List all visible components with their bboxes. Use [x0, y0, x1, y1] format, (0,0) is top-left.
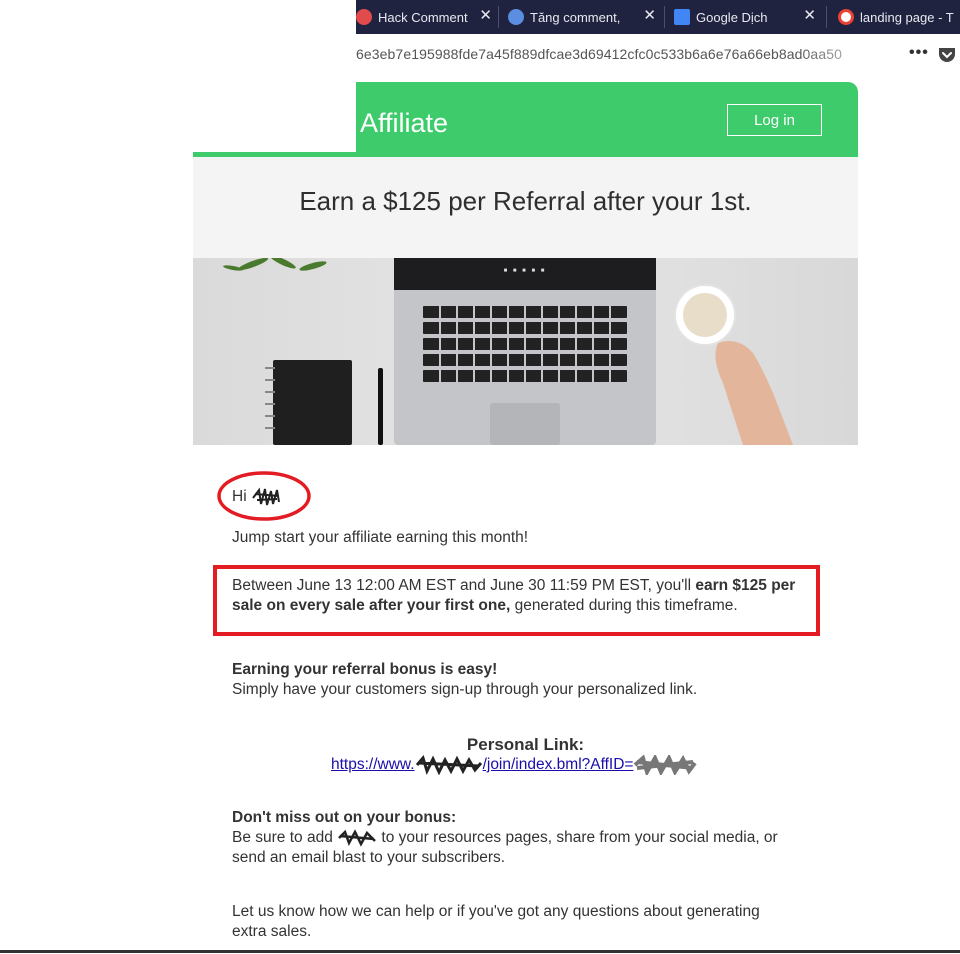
svg-text:■ ■ ■ ■ ■: ■ ■ ■ ■ ■: [504, 268, 547, 274]
red-annotation-ellipse: [217, 471, 311, 521]
personal-link[interactable]: https://www. /join/index.bml?AffID=: [331, 753, 698, 778]
close-icon[interactable]: ✕: [803, 8, 816, 24]
redacted-brand-scribble: [338, 829, 377, 847]
blue-circle-icon: [508, 9, 524, 25]
browser-tab-strip: Hack Comment ✕ Tăng comment, ✕ Google Dị…: [356, 0, 960, 34]
tab-tang-comment[interactable]: Tăng comment, ✕: [508, 0, 662, 34]
hero-image: ■ ■ ■ ■ ■: [193, 258, 858, 445]
redacted-domain-scribble: [415, 754, 482, 776]
help-line2: extra sales.: [232, 923, 312, 940]
plant-icon: [223, 258, 327, 271]
redacted-affid-scribble: [634, 753, 698, 778]
link-middle: /join/index.bml?AffID=: [482, 756, 634, 774]
bonus-text: Simply have your customers sign-up throu…: [232, 681, 698, 698]
tab-hack-comment[interactable]: Hack Comment ✕: [356, 0, 498, 34]
url-fade: [796, 42, 896, 70]
bottom-divider: [0, 950, 960, 953]
more-options-icon[interactable]: •••: [909, 44, 929, 62]
google-icon: [838, 9, 854, 25]
tab-landing-page[interactable]: landing page - T: [838, 0, 960, 34]
url-text[interactable]: 6e3eb7e195988fde7a45f889dfcae3d69412cfc0…: [356, 46, 842, 62]
personal-link-label: Personal Link:: [466, 735, 585, 754]
bonus-title: Earning your referral bonus is easy!: [232, 661, 498, 678]
dont-miss-line1-a: Be sure to add: [232, 829, 338, 846]
laptop-desk-illustration: ■ ■ ■ ■ ■: [223, 258, 793, 445]
dont-miss-text: Be sure to add to your resources pages, …: [232, 828, 812, 868]
login-button[interactable]: Log in: [727, 104, 822, 136]
google-translate-icon: [674, 9, 690, 25]
promo-part1: Between June 13 12:00 AM EST and June 30…: [232, 577, 696, 594]
dont-miss-line2: send an email blast to your subscribers.: [232, 849, 506, 866]
tab-title: Tăng comment,: [530, 9, 621, 25]
close-icon[interactable]: ✕: [479, 8, 492, 24]
dont-miss-line1-b: to your resources pages, share from your…: [377, 829, 778, 846]
red-circle-icon: [356, 9, 372, 25]
tab-divider: [664, 6, 665, 28]
blank-overlay: [0, 0, 356, 152]
brand-name: Affiliate: [360, 108, 449, 138]
promo-text: Between June 13 12:00 AM EST and June 30…: [232, 576, 812, 616]
page-title: Earn a $125 per Referral after your 1st.: [299, 186, 752, 216]
tab-title: Google Dịch: [696, 9, 768, 25]
help-line1: Let us know how we can help or if you've…: [232, 903, 760, 920]
promo-part2: generated during this timeframe.: [510, 597, 738, 614]
dont-miss-title: Don't miss out on your bonus:: [232, 809, 457, 826]
pocket-icon[interactable]: [938, 47, 956, 63]
tab-title: Hack Comment: [378, 9, 468, 25]
tab-google-translate[interactable]: Google Dịch ✕: [674, 0, 822, 34]
close-icon[interactable]: ✕: [643, 8, 656, 24]
link-prefix: https://www.: [331, 756, 415, 774]
tab-divider: [498, 6, 499, 28]
address-bar: 6e3eb7e195988fde7a45f889dfcae3d69412cfc0…: [356, 34, 960, 79]
help-text: Let us know how we can help or if you've…: [232, 902, 822, 942]
intro-text: Jump start your affiliate earning this m…: [232, 529, 529, 546]
tab-title: landing page - T: [860, 9, 954, 25]
promo-bold1: earn $125 per: [695, 577, 796, 594]
tab-divider: [826, 6, 827, 28]
promo-bold2: sale on every sale after your first one,: [232, 597, 511, 614]
